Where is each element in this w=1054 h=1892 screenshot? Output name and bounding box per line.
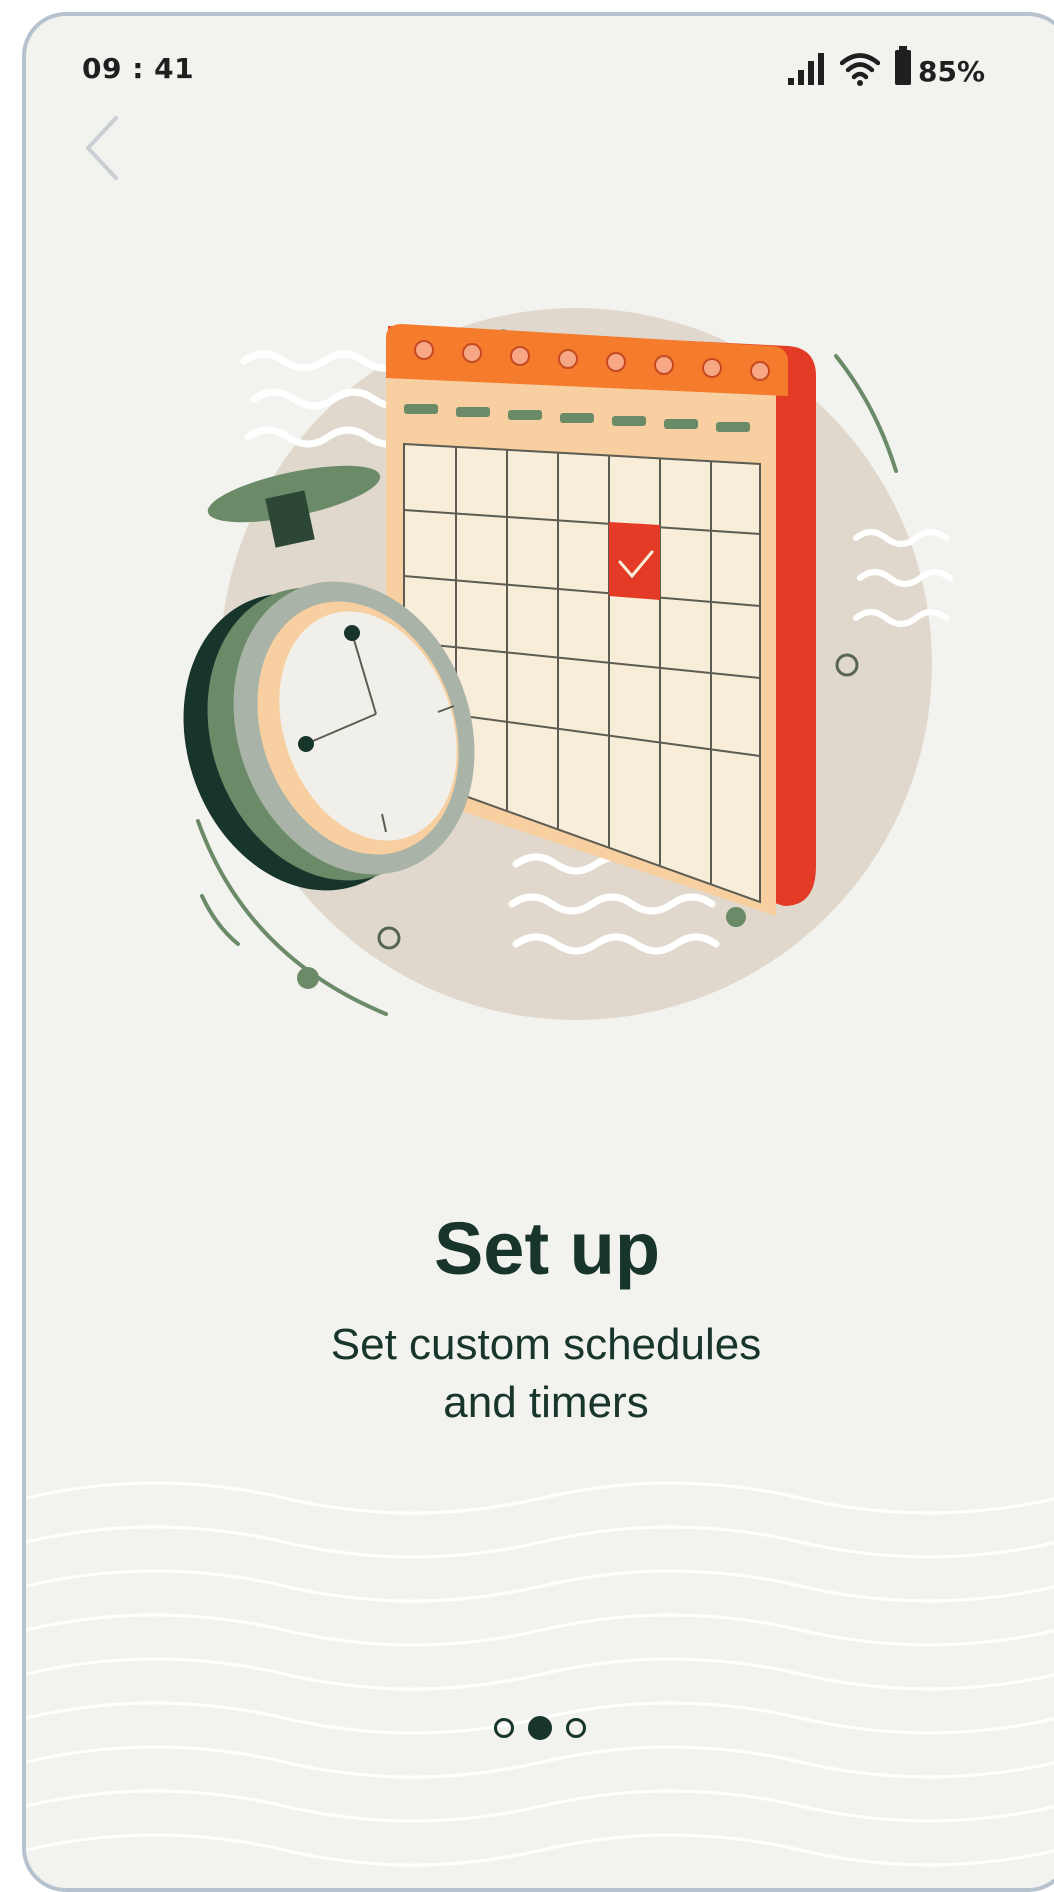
chevron-left-icon [86, 116, 118, 180]
status-icons: 85% [786, 42, 985, 86]
pager-dot-3[interactable] [566, 1718, 586, 1738]
pager-dot-2-active[interactable] [528, 1716, 552, 1740]
onboarding-title: Set up [433, 1207, 661, 1290]
back-button[interactable] [76, 108, 136, 188]
battery-percentage: 85% [918, 55, 986, 88]
onboarding-subtitle: Set custom schedules and timers [286, 1316, 806, 1432]
onboarding-subtitle-line2: and timers [443, 1378, 649, 1427]
calendar-stopwatch-illustration [183, 308, 953, 1020]
battery-icon [895, 46, 911, 85]
status-time: 09 : 41 [82, 52, 195, 85]
phone-screen: 09 : 41 85% Set up Set custom schedules … [22, 12, 1054, 1892]
signal-icon [788, 53, 824, 85]
wifi-icon [840, 53, 880, 86]
status-bar: 09 : 41 85% [26, 16, 1054, 106]
onboarding-subtitle-line1: Set custom schedules [330, 1320, 762, 1369]
decorative-waves [26, 1481, 1054, 1867]
pagination-dots [494, 1716, 586, 1740]
pager-dot-1[interactable] [494, 1718, 514, 1738]
